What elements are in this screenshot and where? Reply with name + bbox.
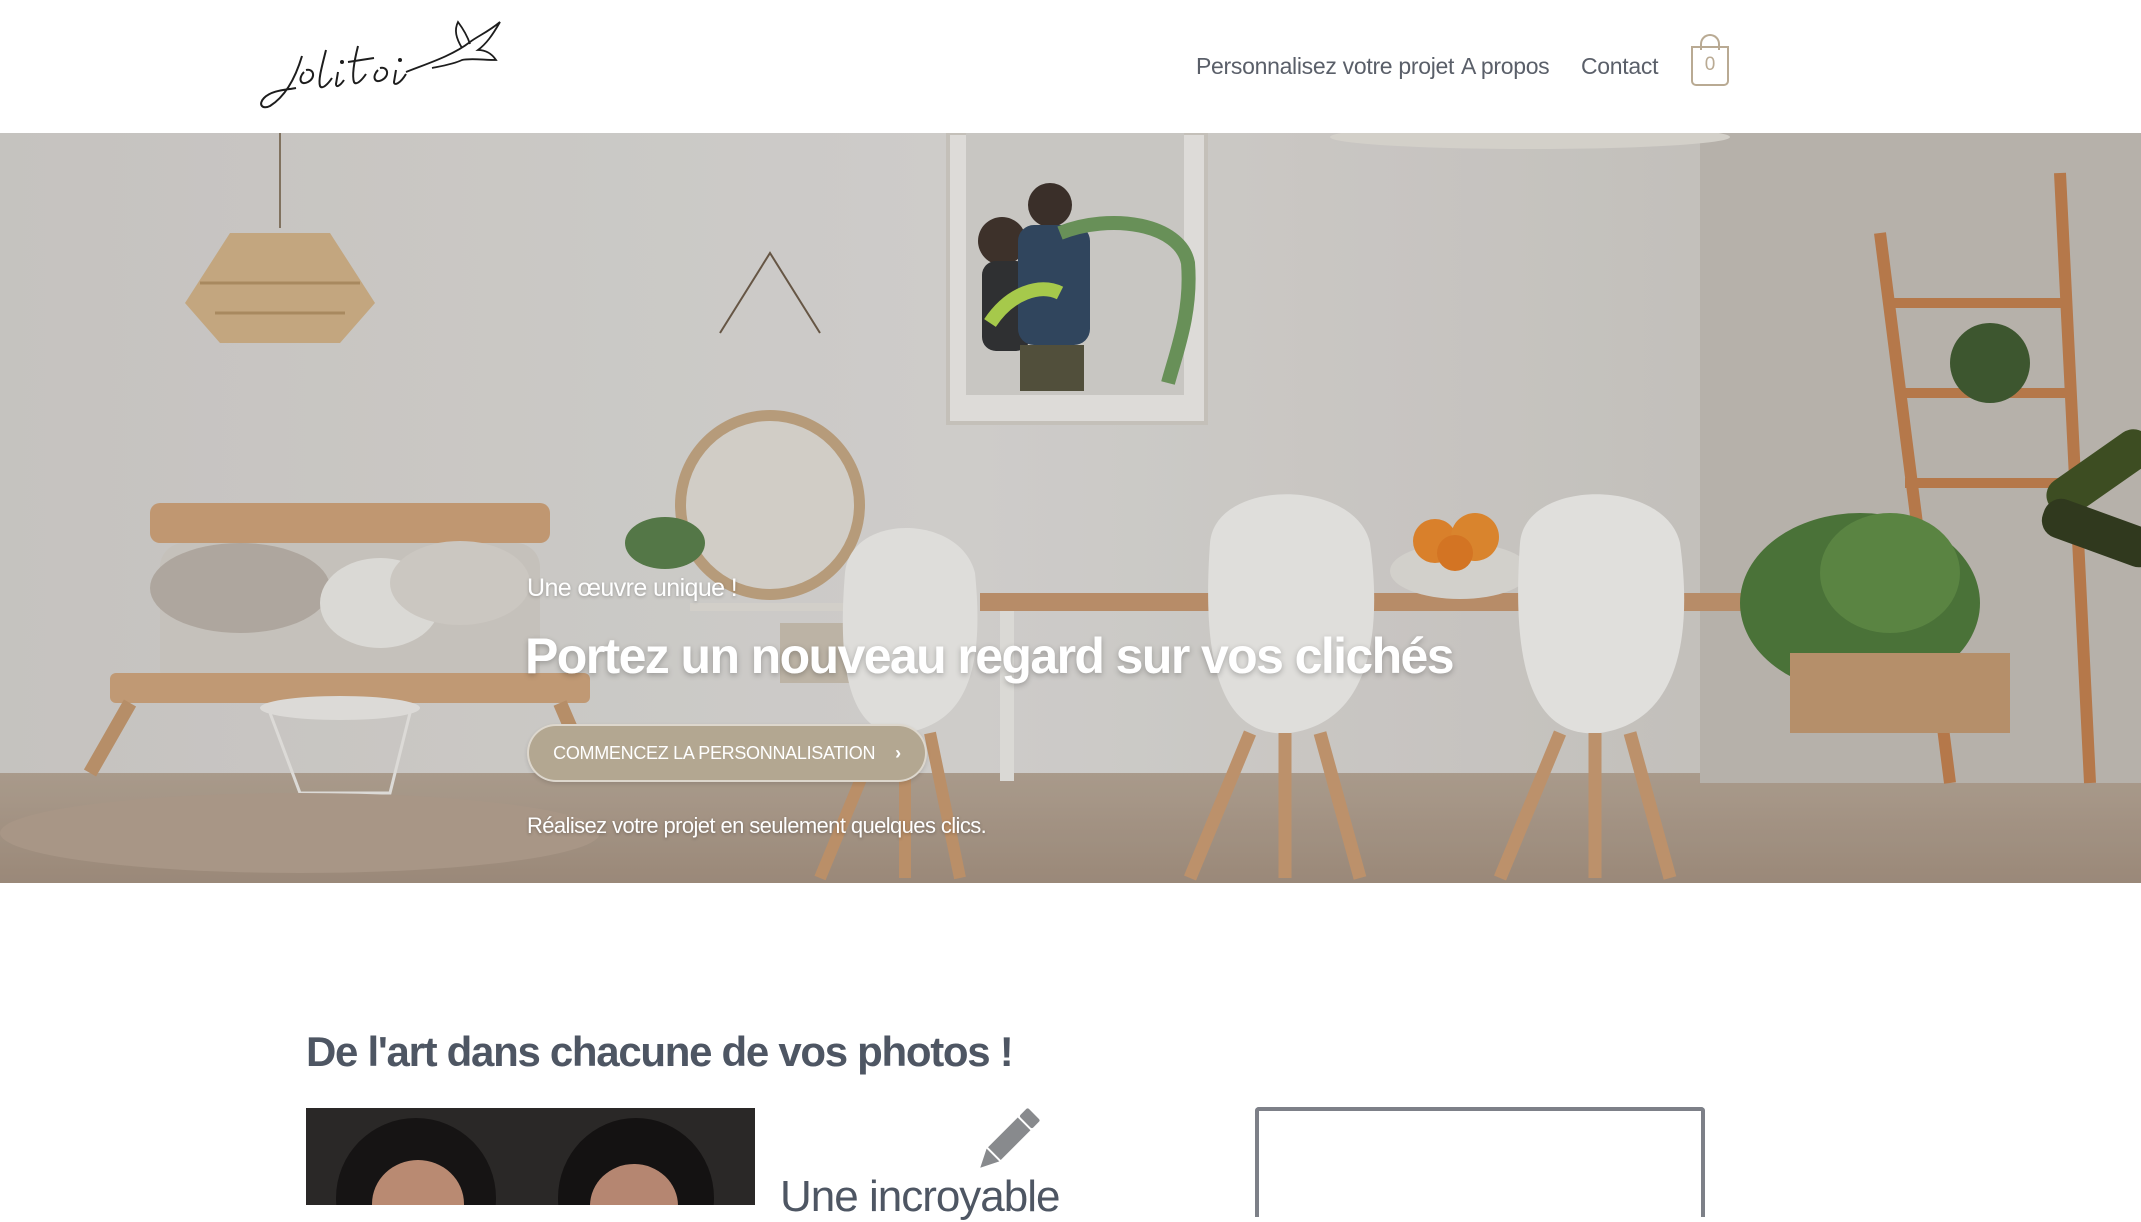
cta-label: COMMENCEZ LA PERSONNALISATION [553,742,876,763]
hero-subtitle: Réalisez votre projet en seulement quelq… [527,813,987,838]
feature-title: Une incroyable [780,1172,1060,1221]
portrait-photo [306,1108,755,1205]
hero-title: Portez un nouveau regard sur vos clichés [525,628,1455,684]
portrait-photo-image [306,1108,755,1205]
cart-count: 0 [1704,54,1716,75]
chevron-right-icon: › [895,742,901,763]
site-header: Personnalisez votre projet A propos Cont… [0,0,2141,133]
hero-kicker: Une œuvre unique ! [527,574,738,602]
cart-button[interactable]: 0 [1691,34,1733,88]
jolitoi-logo[interactable] [256,16,506,112]
nav-link-personnalisez[interactable]: Personnalisez votre projet [1196,53,1454,80]
nav-link-a-propos[interactable]: A propos [1461,53,1550,80]
start-customization-button[interactable]: COMMENCEZ LA PERSONNALISATION › [527,724,927,782]
video-frame [1255,1107,1705,1217]
hero-banner: Une œuvre unique ! Portez un nouveau reg… [0,133,2141,883]
pencil-icon [980,1108,1040,1168]
hero-overlay [0,133,2141,883]
section-title: De l'art dans chacune de vos photos ! [306,1028,1014,1075]
nav-link-contact[interactable]: Contact [1581,53,1658,80]
